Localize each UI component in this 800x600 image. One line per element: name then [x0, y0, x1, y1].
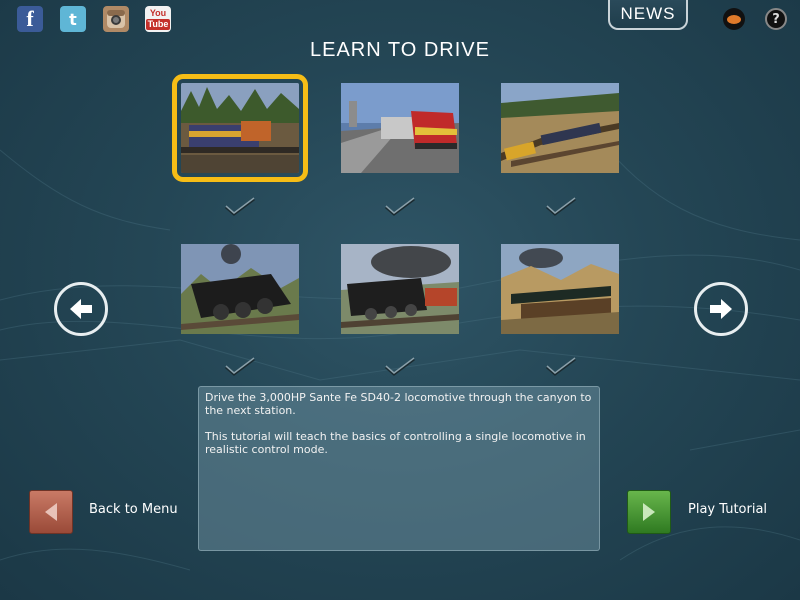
twitter-icon[interactable]: t	[60, 6, 86, 32]
thumbnail-image	[181, 244, 299, 334]
thumbnail-image	[501, 244, 619, 334]
description-paragraph: Drive the 3,000HP Sante Fe SD40-2 locomo…	[205, 391, 592, 417]
play-tutorial-button[interactable]	[627, 490, 671, 534]
previous-page-button[interactable]	[54, 282, 108, 336]
next-page-button[interactable]	[694, 282, 748, 336]
completed-checkmark-icon	[385, 197, 415, 216]
tutorial-description-panel: Drive the 3,000HP Sante Fe SD40-2 locomo…	[198, 386, 600, 551]
tutorial-thumbnail-3[interactable]	[501, 83, 619, 173]
youtube-icon[interactable]: You Tube	[145, 6, 171, 32]
tutorial-thumbnail-5[interactable]	[341, 244, 459, 334]
play-tutorial-label[interactable]: Play Tutorial	[688, 502, 767, 517]
page-title: LEARN TO DRIVE	[310, 39, 490, 61]
completed-checkmark-icon	[225, 197, 255, 216]
arrow-right-icon	[710, 299, 732, 319]
facebook-icon[interactable]: f	[17, 6, 43, 32]
instagram-icon[interactable]	[103, 6, 129, 32]
arrow-left-icon	[70, 299, 92, 319]
thumbnail-image	[341, 244, 459, 334]
play-icon	[643, 503, 655, 521]
tutorial-thumbnail-2[interactable]	[341, 83, 459, 173]
back-to-menu-label[interactable]: Back to Menu	[89, 502, 178, 517]
tutorial-thumbnail-1[interactable]	[172, 74, 308, 182]
tutorial-thumbnail-4[interactable]	[181, 244, 299, 334]
triangle-left-icon	[45, 503, 57, 521]
thumbnail-image	[341, 83, 459, 173]
thumbnail-image	[181, 83, 299, 173]
back-to-menu-button[interactable]	[29, 490, 73, 534]
completed-checkmark-icon	[385, 357, 415, 376]
completed-checkmark-icon	[546, 197, 576, 216]
completed-checkmark-icon	[225, 357, 255, 376]
completed-checkmark-icon	[546, 357, 576, 376]
tutorial-thumbnail-6[interactable]	[501, 244, 619, 334]
help-button[interactable]: ?	[765, 8, 787, 30]
chat-icon[interactable]	[723, 8, 745, 30]
thumbnail-image	[501, 83, 619, 173]
description-paragraph: This tutorial will teach the basics of c…	[205, 430, 586, 456]
news-button[interactable]: NEWS	[608, 0, 688, 30]
